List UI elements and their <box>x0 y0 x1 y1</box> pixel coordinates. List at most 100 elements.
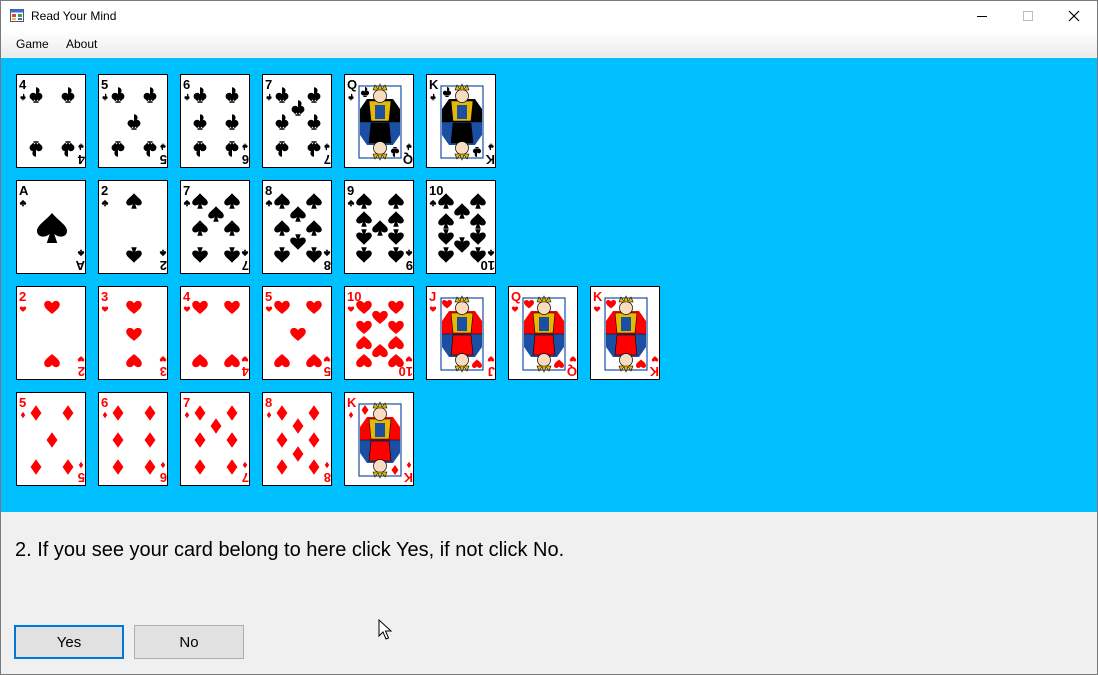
hearts-pip-icon <box>651 356 659 362</box>
card-rank-label: 5 <box>101 77 108 92</box>
spades-pip-icon <box>470 193 486 209</box>
app-window: Read Your Mind Game About 44556677QQKKAA… <box>0 0 1098 675</box>
card-rank-label: Q <box>403 152 413 167</box>
minimize-icon <box>977 16 987 17</box>
diamonds-pip-icon <box>308 405 320 421</box>
hearts-pip-icon <box>569 356 577 362</box>
no-button[interactable]: No <box>134 625 244 659</box>
card-rank-label: 9 <box>347 183 354 198</box>
spades-pip-icon <box>241 249 249 257</box>
maximize-button[interactable] <box>1005 1 1051 31</box>
diamonds-pip-icon <box>194 432 206 448</box>
hearts-pip-icon <box>224 353 240 368</box>
clubs-pip-icon <box>193 87 207 103</box>
clubs-pip-icon <box>324 143 330 151</box>
diamonds-pip-icon <box>62 459 74 475</box>
clubs-pip-icon <box>20 93 26 101</box>
card-q-of-clubs: QQ <box>344 74 414 168</box>
spades-pip-icon <box>388 247 404 263</box>
card-rank-label: 6 <box>101 395 108 410</box>
card-rank-label: 7 <box>242 258 249 273</box>
spades-pip-icon <box>224 247 240 263</box>
spades-pip-icon <box>37 213 67 243</box>
card-rank-label: 10 <box>429 183 443 198</box>
minimize-button[interactable] <box>959 1 1005 31</box>
card-rank-label: 7 <box>183 395 190 410</box>
diamonds-pip-icon <box>266 411 272 419</box>
spades-pip-icon <box>274 220 290 236</box>
card-rank-label: K <box>347 395 357 410</box>
diamonds-pip-icon <box>406 461 412 469</box>
card-2-of-spades: 22 <box>98 180 168 274</box>
hearts-pip-icon <box>192 353 208 368</box>
title-bar[interactable]: Read Your Mind <box>1 1 1097 31</box>
hearts-pip-icon <box>323 356 331 362</box>
diamonds-pip-icon <box>184 411 190 419</box>
hearts-pip-icon <box>306 353 322 368</box>
yes-button[interactable]: Yes <box>14 625 124 659</box>
card-rank-label: 10 <box>481 258 495 273</box>
card-rank-label: 4 <box>241 364 249 379</box>
clubs-pip-icon <box>406 143 412 151</box>
clubs-pip-icon <box>225 114 239 130</box>
spades-pip-icon <box>290 206 306 222</box>
card-rank-label: 2 <box>160 258 167 273</box>
card-rank-label: 2 <box>78 364 85 379</box>
card-rank-label: 6 <box>183 77 190 92</box>
spades-pip-icon <box>388 229 404 245</box>
clubs-pip-icon <box>266 93 272 101</box>
diamonds-pip-icon <box>308 459 320 475</box>
spades-pip-icon <box>101 199 109 207</box>
spades-pip-icon <box>487 249 495 257</box>
diamonds-pip-icon <box>194 459 206 475</box>
hearts-pip-icon <box>405 356 413 362</box>
clubs-pip-icon <box>184 93 190 101</box>
diamonds-pip-icon <box>194 405 206 421</box>
menu-game[interactable]: Game <box>16 37 49 51</box>
spades-pip-icon <box>470 213 486 229</box>
card-rank-label: 8 <box>324 470 331 485</box>
hearts-pip-icon <box>306 300 322 315</box>
spades-pip-icon <box>306 247 322 263</box>
hearts-pip-icon <box>274 300 290 315</box>
spades-pip-icon <box>192 193 208 209</box>
diamonds-pip-icon <box>276 405 288 421</box>
spades-pip-icon <box>438 247 454 263</box>
spades-pip-icon <box>356 247 372 263</box>
close-icon <box>1068 10 1080 22</box>
menu-about[interactable]: About <box>66 37 97 51</box>
diamonds-pip-icon <box>242 461 248 469</box>
card-rank-label: K <box>403 470 413 485</box>
diamonds-pip-icon <box>276 459 288 475</box>
spades-pip-icon <box>388 193 404 209</box>
spades-pip-icon <box>438 229 454 245</box>
card-rank-label: K <box>649 364 659 379</box>
card-rank-label: 10 <box>399 364 413 379</box>
hearts-pip-icon <box>372 343 388 358</box>
card-rank-label: Q <box>347 77 357 92</box>
card-6-of-clubs: 66 <box>180 74 250 168</box>
diamonds-pip-icon <box>308 432 320 448</box>
diamonds-pip-icon <box>30 405 42 421</box>
spades-pip-icon <box>405 249 413 257</box>
card-rank-label: 8 <box>265 395 272 410</box>
close-button[interactable] <box>1051 1 1097 31</box>
spades-pip-icon <box>306 193 322 209</box>
card-rank-label: K <box>429 77 439 92</box>
card-5-of-clubs: 55 <box>98 74 168 168</box>
diamonds-pip-icon <box>78 461 84 469</box>
clubs-pip-icon <box>430 93 436 101</box>
card-rank-label: Q <box>567 364 577 379</box>
spades-pip-icon <box>347 199 355 207</box>
card-rank-label: 2 <box>101 183 108 198</box>
spades-pip-icon <box>290 234 306 250</box>
hearts-pip-icon <box>126 327 142 342</box>
card-rank-label: 9 <box>406 258 413 273</box>
spades-pip-icon <box>438 213 454 229</box>
clubs-pip-icon <box>291 100 305 116</box>
card-4-of-clubs: 44 <box>16 74 86 168</box>
spades-pip-icon <box>429 199 437 207</box>
spades-pip-icon <box>224 220 240 236</box>
diamonds-pip-icon <box>292 418 304 434</box>
card-rank-label: 8 <box>324 258 331 273</box>
